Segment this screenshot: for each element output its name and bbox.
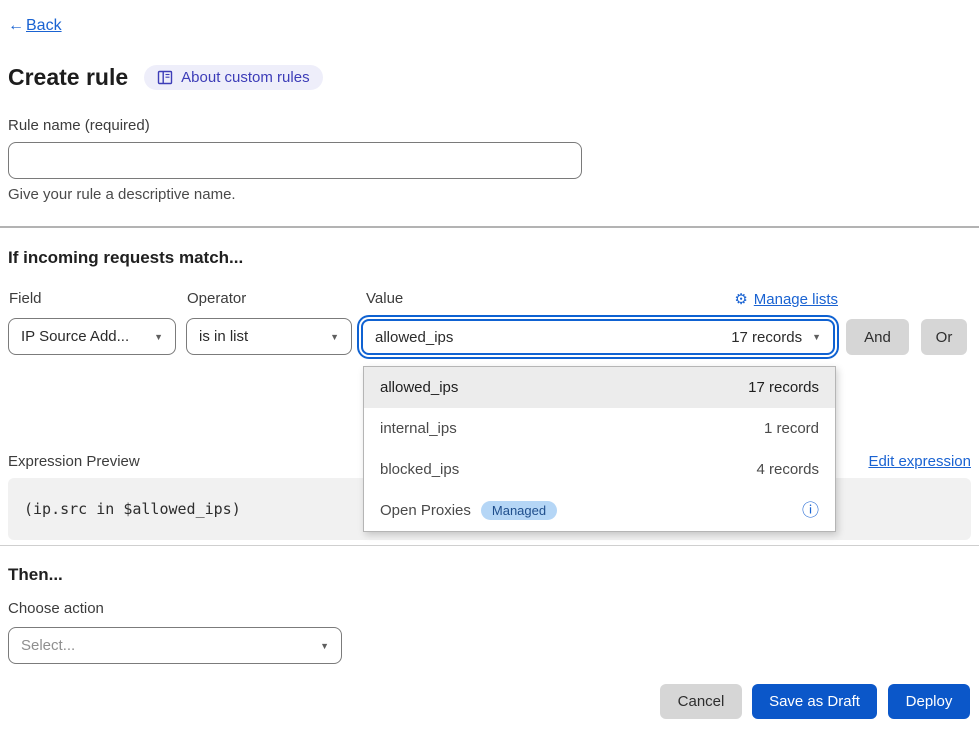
dropdown-item-open-proxies[interactable]: Open Proxies Managed ⓘ bbox=[364, 490, 835, 531]
field-select[interactable]: IP Source Add... ▼ bbox=[8, 318, 176, 355]
choose-action-label: Choose action bbox=[8, 600, 104, 617]
managed-badge: Managed bbox=[481, 501, 557, 520]
value-select[interactable]: allowed_ips 17 records ▼ bbox=[361, 319, 835, 355]
back-link-label: Back bbox=[26, 17, 62, 35]
list-name: blocked_ips bbox=[380, 461, 459, 478]
then-section-heading: Then... bbox=[8, 565, 63, 585]
rule-name-label: Rule name (required) bbox=[8, 117, 150, 134]
chevron-down-icon: ▼ bbox=[154, 332, 163, 342]
expression-preview-label: Expression Preview bbox=[8, 453, 140, 470]
list-name: internal_ips bbox=[380, 420, 457, 437]
value-label: Value bbox=[366, 290, 403, 307]
value-select-meta: 17 records bbox=[731, 329, 802, 346]
page-title: Create rule bbox=[8, 64, 128, 91]
list-name: Open Proxies bbox=[380, 502, 471, 519]
expression-code: (ip.src in $allowed_ips) bbox=[24, 500, 241, 518]
list-record-count: 4 records bbox=[756, 461, 819, 478]
about-custom-rules-label: About custom rules bbox=[181, 69, 309, 86]
dropdown-item-internal-ips[interactable]: internal_ips 1 record bbox=[364, 408, 835, 449]
field-label: Field bbox=[9, 290, 42, 307]
info-icon[interactable]: ⓘ bbox=[802, 502, 819, 519]
book-icon bbox=[157, 70, 173, 85]
value-select-value: allowed_ips bbox=[375, 329, 453, 346]
back-link[interactable]: ←Back bbox=[8, 17, 62, 35]
dropdown-item-blocked-ips[interactable]: blocked_ips 4 records bbox=[364, 449, 835, 490]
match-section-heading: If incoming requests match... bbox=[8, 248, 243, 268]
list-record-count: 17 records bbox=[748, 379, 819, 396]
list-name: allowed_ips bbox=[380, 379, 458, 396]
or-button[interactable]: Or bbox=[921, 319, 967, 355]
back-arrow-icon: ← bbox=[8, 17, 24, 35]
dropdown-item-allowed-ips[interactable]: allowed_ips 17 records bbox=[364, 367, 835, 408]
edit-expression-link[interactable]: Edit expression bbox=[868, 453, 971, 470]
about-custom-rules-link[interactable]: About custom rules bbox=[144, 65, 322, 90]
cancel-button[interactable]: Cancel bbox=[660, 684, 742, 719]
action-select[interactable]: Select... ▼ bbox=[8, 627, 342, 664]
save-as-draft-button[interactable]: Save as Draft bbox=[752, 684, 877, 719]
manage-lists-link[interactable]: ⚙ Manage lists bbox=[734, 290, 838, 308]
rule-name-input[interactable] bbox=[8, 142, 582, 179]
section-divider bbox=[0, 545, 979, 546]
action-select-placeholder: Select... bbox=[21, 637, 75, 654]
operator-select[interactable]: is in list ▼ bbox=[186, 318, 352, 355]
deploy-button[interactable]: Deploy bbox=[888, 684, 970, 719]
value-dropdown-menu: allowed_ips 17 records internal_ips 1 re… bbox=[363, 366, 836, 532]
list-record-count: 1 record bbox=[764, 420, 819, 437]
rule-name-help-text: Give your rule a descriptive name. bbox=[8, 186, 236, 203]
title-row: Create rule About custom rules bbox=[8, 64, 323, 91]
operator-label: Operator bbox=[187, 290, 246, 307]
field-select-value: IP Source Add... bbox=[21, 328, 129, 345]
gear-icon: ⚙ bbox=[734, 290, 747, 308]
operator-select-value: is in list bbox=[199, 328, 248, 345]
manage-lists-label: Manage lists bbox=[754, 291, 838, 308]
create-rule-page: ←Back Create rule About custom rules Rul… bbox=[0, 0, 979, 739]
section-divider bbox=[0, 226, 979, 228]
chevron-down-icon: ▼ bbox=[320, 641, 329, 651]
chevron-down-icon: ▼ bbox=[330, 332, 339, 342]
and-button[interactable]: And bbox=[846, 319, 909, 355]
chevron-down-icon: ▼ bbox=[812, 332, 821, 342]
